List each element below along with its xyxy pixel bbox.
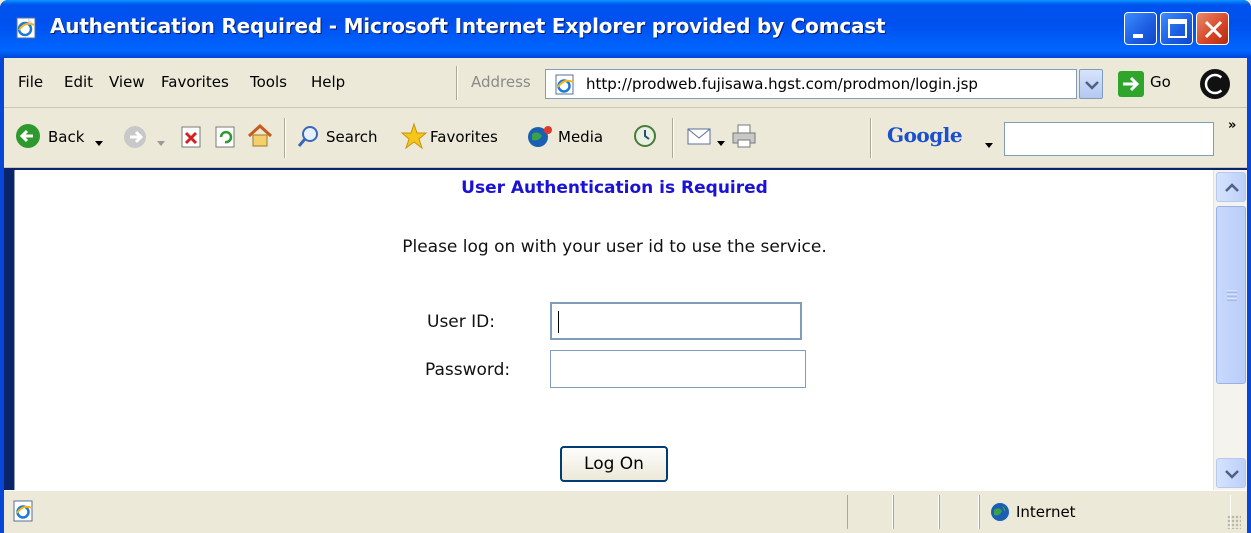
search-button[interactable]: Search <box>326 128 378 146</box>
address-input[interactable]: http://prodweb.fujisawa.hgst.com/prodmon… <box>586 75 1046 93</box>
menu-view[interactable]: View <box>109 73 145 91</box>
maximize-button[interactable] <box>1160 12 1193 45</box>
menu-tools[interactable]: Tools <box>250 73 287 91</box>
user-id-label: User ID: <box>427 312 495 332</box>
toolbar-overflow-icon[interactable]: » <box>1228 118 1236 133</box>
toolbar-separator <box>284 118 286 158</box>
back-arrow-icon[interactable] <box>14 122 42 154</box>
chevron-down-icon <box>1225 470 1239 479</box>
address-dropdown-button[interactable] <box>1079 69 1103 99</box>
ie-page-icon <box>14 16 40 40</box>
password-input[interactable] <box>550 350 806 388</box>
chevron-down-icon <box>1085 81 1099 90</box>
window-title: Authentication Required - Microsoft Inte… <box>50 14 886 38</box>
scroll-up-button[interactable] <box>1216 172 1246 202</box>
security-zone-label: Internet <box>1016 503 1076 521</box>
status-bar: Internet <box>4 490 1247 533</box>
status-cell <box>893 495 939 529</box>
history-icon[interactable] <box>632 123 658 153</box>
google-label: Google <box>887 123 963 147</box>
go-label[interactable]: Go <box>1150 73 1171 91</box>
menu-bar: File Edit View Favorites Tools Help Addr… <box>4 58 1247 108</box>
status-cell <box>847 495 893 529</box>
comcast-logo-icon <box>1200 69 1230 99</box>
toolbar-separator <box>672 118 674 158</box>
page-content: User Authentication is Required Please l… <box>14 170 1213 490</box>
standard-toolbar: Back Search Favorites Media Google » <box>4 108 1247 168</box>
print-icon[interactable] <box>730 122 758 154</box>
vertical-scrollbar[interactable] <box>1213 170 1247 490</box>
favorites-button[interactable]: Favorites <box>430 128 498 146</box>
mail-dropdown-icon[interactable] <box>716 134 726 152</box>
minimize-button[interactable] <box>1124 12 1157 45</box>
menu-file[interactable]: File <box>18 73 43 91</box>
log-on-button[interactable]: Log On <box>560 446 668 482</box>
menu-help[interactable]: Help <box>311 73 345 91</box>
menu-edit[interactable]: Edit <box>64 73 93 91</box>
menu-favorites[interactable]: Favorites <box>161 73 229 91</box>
scroll-thumb[interactable] <box>1216 206 1246 384</box>
star-icon[interactable] <box>400 122 428 154</box>
address-label: Address <box>471 73 531 91</box>
back-dropdown-icon[interactable] <box>94 134 104 152</box>
window-border-right <box>1247 58 1251 533</box>
menu-separator <box>456 66 458 100</box>
user-id-input[interactable] <box>550 302 802 340</box>
status-cell <box>939 495 979 529</box>
search-icon[interactable] <box>296 123 322 153</box>
google-search-input[interactable] <box>1004 122 1214 156</box>
arrow-right-icon <box>1123 76 1140 92</box>
close-button[interactable] <box>1196 12 1229 45</box>
go-button[interactable] <box>1118 71 1144 97</box>
google-dropdown-icon[interactable] <box>984 136 994 154</box>
password-label: Password: <box>425 360 511 380</box>
back-button[interactable]: Back <box>48 128 84 146</box>
address-bar[interactable]: http://prodweb.fujisawa.hgst.com/prodmon… <box>545 69 1077 99</box>
instructions-text: Please log on with your user id to use t… <box>402 237 827 257</box>
ie-page-icon <box>12 499 36 527</box>
mail-icon[interactable] <box>686 123 714 153</box>
stop-icon[interactable] <box>180 124 204 154</box>
media-button[interactable]: Media <box>558 128 603 146</box>
google-toolbar-logo[interactable]: Google <box>887 123 963 147</box>
grip-lines-icon <box>1227 290 1237 301</box>
refresh-icon[interactable] <box>214 124 238 154</box>
forward-arrow-icon[interactable] <box>122 124 148 154</box>
home-icon[interactable] <box>246 122 274 154</box>
forward-dropdown-icon[interactable] <box>156 134 166 152</box>
toolbar-separator <box>870 118 872 158</box>
chevron-up-icon <box>1225 183 1239 192</box>
resize-grip-icon[interactable] <box>1227 515 1241 529</box>
scroll-down-button[interactable] <box>1216 458 1246 488</box>
media-icon[interactable] <box>526 122 554 154</box>
page-title: User Authentication is Required <box>461 178 768 198</box>
globe-icon <box>990 502 1010 526</box>
text-caret <box>558 311 559 333</box>
browser-window: Authentication Required - Microsoft Inte… <box>0 0 1251 533</box>
title-bar[interactable]: Authentication Required - Microsoft Inte… <box>0 0 1251 58</box>
ie-page-icon <box>554 74 578 100</box>
